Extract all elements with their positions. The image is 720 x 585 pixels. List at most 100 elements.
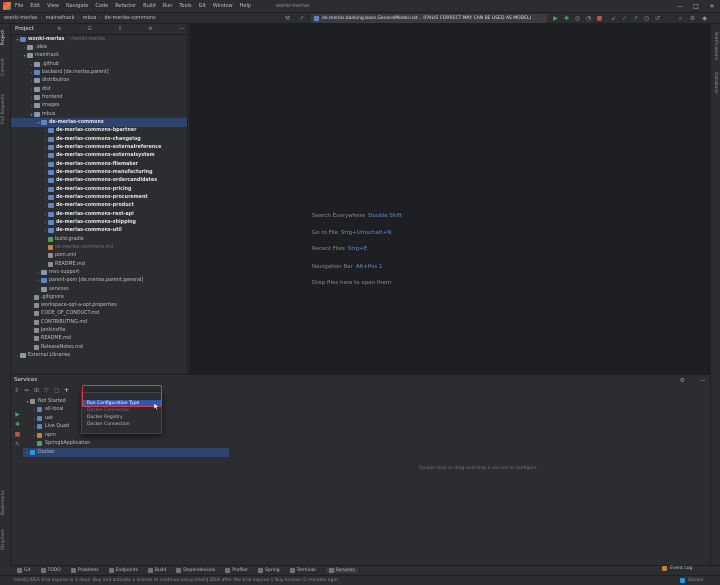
tree-item[interactable]: › de-merlas-commons-rest-api	[11, 210, 187, 218]
structure-tool-tab[interactable]: Structure	[1, 529, 6, 550]
tool-tab-endpoints[interactable]: Endpoints	[108, 568, 138, 573]
tree-item[interactable]: › de-merlas-commons-procurement	[11, 193, 187, 201]
tree-item[interactable]: Jenkinsfile	[11, 326, 187, 334]
hide-panel-icon[interactable]: —	[700, 377, 706, 384]
coverage-icon[interactable]: ◎	[573, 14, 582, 23]
debug-icon[interactable]: ✱	[562, 14, 571, 23]
tree-item[interactable]: › images	[11, 102, 187, 110]
tree-item[interactable]: › .github	[11, 60, 187, 68]
breadcrumb-item[interactable]: de-merlas-commons	[104, 15, 155, 21]
locate-icon[interactable]: ⊕	[57, 26, 61, 32]
menu-build[interactable]: Build	[143, 3, 156, 9]
menu-code[interactable]: Code	[95, 3, 108, 9]
tree-item[interactable]: › External Libraries	[11, 351, 187, 359]
git-push-icon[interactable]: ↗	[631, 14, 640, 23]
filter-icon[interactable]: ▽	[44, 387, 54, 394]
menu-edit[interactable]: Edit	[30, 3, 40, 9]
popup-item-docker-registry[interactable]: Docker Registry	[82, 414, 161, 421]
tree-item[interactable]: workspace-opt-a-opt.properties	[11, 302, 187, 310]
tree-item[interactable]: build.gradle	[11, 235, 187, 243]
breadcrumb-item[interactable]: mbus	[83, 15, 97, 21]
collapse-all-icon[interactable]: ☰	[87, 26, 91, 32]
gear-icon[interactable]: ⚙	[148, 26, 152, 32]
tree-item[interactable]: CODE_OF_CONDUCT.md	[11, 310, 187, 318]
new-tab-icon[interactable]: ▢	[54, 387, 64, 394]
gear-icon[interactable]: ⚙	[680, 377, 685, 384]
tree-item[interactable]: ReleaseNotes.md	[11, 343, 187, 351]
tree-item[interactable]: .gitignore	[11, 293, 187, 301]
stop-icon[interactable]: ■	[595, 14, 604, 23]
tool-tab-git[interactable]: Git	[17, 568, 31, 573]
tree-item[interactable]: ▾ mbus	[11, 110, 187, 118]
tree-item[interactable]: › de-merlas-commons-shipping	[11, 218, 187, 226]
commit-tool-tab[interactable]: Commit	[1, 58, 6, 76]
tree-item[interactable]: › de-merlas-commons-ordercandidates	[11, 177, 187, 185]
menu-view[interactable]: View	[47, 3, 59, 9]
tool-tab-dependencies[interactable]: Dependencies	[176, 568, 215, 573]
menu-navigate[interactable]: Navigate	[66, 3, 88, 9]
expand-all-icon[interactable]: ⇕	[14, 387, 24, 394]
project-panel-title[interactable]: Project	[15, 26, 34, 32]
edit-icon[interactable]: ✎	[14, 441, 21, 448]
tool-tab-todo[interactable]: TODO	[40, 568, 61, 573]
menu-help[interactable]: Help	[240, 3, 251, 9]
build-icon[interactable]: ↗	[297, 14, 306, 23]
project-tool-tab[interactable]: Project	[1, 30, 6, 45]
breadcrumb-item[interactable]: wonki-merlas	[4, 15, 37, 21]
menu-run[interactable]: Run	[163, 3, 173, 9]
event-log-tab[interactable]: Event Log	[662, 566, 692, 571]
tree-item[interactable]: › de-merlas-commons-product	[11, 202, 187, 210]
stop-icon[interactable]: ■	[14, 431, 21, 438]
menu-file[interactable]: File	[15, 3, 23, 9]
tree-item[interactable]: › de-merlas-commons-pricing	[11, 185, 187, 193]
service-item[interactable]: SpringbApplication	[23, 440, 229, 449]
ide-icon[interactable]: ◆	[700, 14, 709, 23]
hide-panel-icon[interactable]: —	[179, 26, 184, 32]
tree-item[interactable]: ▾ mainfrack	[11, 52, 187, 60]
tree-item[interactable]: › de-merlas-commons-bpartner	[11, 127, 187, 135]
git-commit-icon[interactable]: ✓	[620, 14, 629, 23]
search-icon[interactable]: ⌕	[676, 14, 685, 23]
tree-item[interactable]: › services	[11, 285, 187, 293]
tree-item[interactable]: › frontend	[11, 93, 187, 101]
tree-item[interactable]: › de-merlas-commons-util	[11, 227, 187, 235]
menu-tools[interactable]: Tools	[179, 3, 191, 9]
expand-icon[interactable]: ⇕	[118, 26, 122, 32]
tree-item[interactable]: de-merlas-commons.iml	[11, 243, 187, 251]
rollback-icon[interactable]: ↺	[653, 14, 662, 23]
tree-item[interactable]: › .idea	[11, 43, 187, 51]
run-icon[interactable]: ▶	[551, 14, 560, 23]
run-configuration-selector[interactable]: de.merlas.banking.base.GeneralModel.nat.…	[311, 14, 547, 23]
menu-git[interactable]: Git	[199, 3, 206, 9]
tool-tab-spring[interactable]: Spring	[258, 568, 280, 573]
menu-window[interactable]: Window	[213, 3, 233, 9]
menu-refactor[interactable]: Refactor	[115, 3, 136, 9]
tree-item[interactable]: ▾ wonki-merlas ~/wonki-merlas	[11, 35, 187, 43]
debug-icon[interactable]: ✱	[14, 421, 21, 428]
tree-item[interactable]: › distribution	[11, 77, 187, 85]
tree-item[interactable]: › dist	[11, 85, 187, 93]
tree-item[interactable]: ▾ de-merlas-commons	[11, 118, 187, 127]
tree-item[interactable]: CONTRIBUTING.md	[11, 318, 187, 326]
tree-item[interactable]: README.md	[11, 260, 187, 268]
run-icon[interactable]: ▶	[14, 411, 21, 418]
status-message[interactable]: IntelliJ IDEA trial expires in 3 days: B…	[14, 578, 338, 583]
tree-item[interactable]: › backend [de.merlas.parent]	[11, 68, 187, 76]
editor-area[interactable]: Search Everywhere Double Shift Go to File…	[189, 24, 710, 374]
collapse-all-icon[interactable]: ⇔	[24, 387, 34, 394]
tree-item[interactable]: › de-merlas-commons-filemaker	[11, 160, 187, 168]
git-update-icon[interactable]: ↙	[609, 14, 618, 23]
tree-item[interactable]: › de-merlas-commons-changelog	[11, 135, 187, 143]
profile-icon[interactable]: ◔	[584, 14, 593, 23]
tool-tab-build[interactable]: Build	[147, 568, 166, 573]
bookmarks-tool-tab[interactable]: Bookmarks	[1, 490, 6, 515]
settings-icon[interactable]: ⚙	[688, 14, 697, 23]
tool-tab-terminal[interactable]: Terminal	[289, 568, 316, 573]
tree-item[interactable]: pom.xml	[11, 252, 187, 260]
add-service-icon[interactable]: +	[64, 387, 74, 394]
breadcrumb-item[interactable]: mainwfrack	[45, 15, 74, 21]
tool-tab-services[interactable]: Services	[325, 568, 358, 573]
tree-item[interactable]: › de-merlas-commons-externalsystem	[11, 152, 187, 160]
tree-item[interactable]: › parent-pom [de.merlas.parent.general]	[11, 277, 187, 285]
close-window-button[interactable]: ✕	[704, 0, 720, 13]
